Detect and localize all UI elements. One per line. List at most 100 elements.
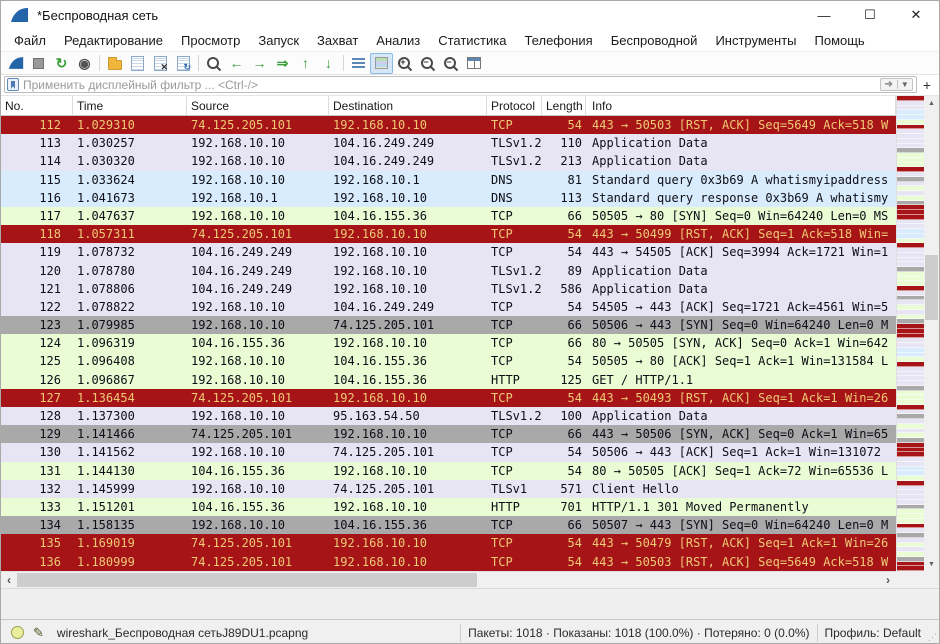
cell-dst: 104.16.155.36 xyxy=(329,516,487,534)
column-header-proto[interactable]: Protocol xyxy=(487,96,542,115)
packet-row[interactable]: 1351.16901974.125.205.101192.168.10.10TC… xyxy=(1,534,896,552)
stop-capture-button[interactable] xyxy=(27,53,50,74)
horizontal-scrollbar[interactable]: ‹ › xyxy=(1,571,896,588)
restart-capture-button[interactable]: ↻ xyxy=(50,53,73,74)
packet-row[interactable]: 1201.078780104.16.249.249192.168.10.10TL… xyxy=(1,262,896,280)
cell-info: 443 → 50479 [RST, ACK] Seq=1 Ack=1 Win=2… xyxy=(586,534,896,552)
toolbar: ↻ ◉ ✕ ↻ ← → ⇒ ↑ ↓ + − − xyxy=(1,51,939,75)
column-header-dst[interactable]: Destination xyxy=(329,96,487,115)
hscroll-track[interactable] xyxy=(17,572,880,588)
packet-row[interactable]: 1311.144130104.16.155.36192.168.10.10TCP… xyxy=(1,462,896,480)
reload-file-button[interactable]: ↻ xyxy=(172,53,195,74)
packet-row[interactable]: 1331.151201104.16.155.36192.168.10.10HTT… xyxy=(1,498,896,516)
annotation-pencil-icon[interactable]: ✎ xyxy=(33,625,44,641)
save-file-button[interactable] xyxy=(126,53,149,74)
packet-row[interactable]: 1171.047637192.168.10.10104.16.155.36TCP… xyxy=(1,207,896,225)
profile-label[interactable]: Профиль: Default xyxy=(825,626,922,640)
find-packet-button[interactable] xyxy=(202,53,225,74)
zoom-out-button[interactable]: − xyxy=(416,53,439,74)
cell-len: 54 xyxy=(542,298,586,316)
menu-item-телефония[interactable]: Телефония xyxy=(515,31,601,50)
open-file-button[interactable] xyxy=(103,53,126,74)
cell-time: 1.057311 xyxy=(73,225,187,243)
expert-info-icon[interactable] xyxy=(11,626,24,639)
packet-row[interactable]: 1261.096867192.168.10.10104.16.155.36HTT… xyxy=(1,371,896,389)
scroll-up-icon[interactable]: ▲ xyxy=(928,96,935,110)
column-header-info[interactable]: Info xyxy=(586,96,896,115)
go-forward-button[interactable]: → xyxy=(248,53,271,74)
menu-item-анализ[interactable]: Анализ xyxy=(367,31,429,50)
vscroll-track[interactable] xyxy=(924,110,939,557)
scroll-left-icon[interactable]: ‹ xyxy=(1,573,17,588)
menu-item-файл[interactable]: Файл xyxy=(5,31,55,50)
packet-row[interactable]: 1121.02931074.125.205.101192.168.10.10TC… xyxy=(1,116,896,134)
hscroll-thumb[interactable] xyxy=(17,573,477,587)
cell-time: 1.078806 xyxy=(73,280,187,298)
vscroll-thumb[interactable] xyxy=(925,255,938,320)
go-to-packet-button[interactable]: ⇒ xyxy=(271,53,294,74)
packet-row[interactable]: 1141.030320192.168.10.10104.16.249.249TL… xyxy=(1,152,896,170)
add-filter-button[interactable]: + xyxy=(919,77,935,93)
scroll-down-icon[interactable]: ▼ xyxy=(928,557,935,571)
zoom-in-button[interactable]: + xyxy=(393,53,416,74)
menu-item-помощь[interactable]: Помощь xyxy=(806,31,874,50)
packet-row[interactable]: 1241.096319104.16.155.36192.168.10.10TCP… xyxy=(1,334,896,352)
packet-row[interactable]: 1251.096408192.168.10.10104.16.155.36TCP… xyxy=(1,352,896,370)
column-header-len[interactable]: Length xyxy=(542,96,586,115)
cell-dst: 192.168.10.10 xyxy=(329,425,487,443)
menu-item-беспроводной[interactable]: Беспроводной xyxy=(602,31,707,50)
packet-row[interactable]: 1321.145999192.168.10.1074.125.205.101TL… xyxy=(1,480,896,498)
go-back-button[interactable]: ← xyxy=(225,53,248,74)
display-filter-input[interactable] xyxy=(23,78,880,92)
go-first-packet-button[interactable]: ↑ xyxy=(294,53,317,74)
packet-row[interactable]: 1151.033624192.168.10.10192.168.10.1DNS8… xyxy=(1,171,896,189)
minimize-button[interactable]: — xyxy=(801,1,847,29)
packet-row[interactable]: 1131.030257192.168.10.10104.16.249.249TL… xyxy=(1,134,896,152)
packet-row[interactable]: 1341.158135192.168.10.10104.16.155.36TCP… xyxy=(1,516,896,534)
capture-options-button[interactable]: ◉ xyxy=(73,53,96,74)
bookmark-icon[interactable] xyxy=(7,78,19,91)
cell-time: 1.180999 xyxy=(73,553,187,571)
minimap[interactable] xyxy=(896,96,924,571)
start-capture-button[interactable] xyxy=(4,53,27,74)
scroll-right-icon[interactable]: › xyxy=(880,573,896,588)
packet-row[interactable]: 1161.041673192.168.10.1192.168.10.10DNS1… xyxy=(1,189,896,207)
zoom-normal-button[interactable]: − xyxy=(439,53,462,74)
resize-columns-button[interactable] xyxy=(462,53,485,74)
packet-row[interactable]: 1231.079985192.168.10.1074.125.205.101TC… xyxy=(1,316,896,334)
menu-item-инструменты[interactable]: Инструменты xyxy=(706,31,805,50)
packet-row[interactable]: 1181.05731174.125.205.101192.168.10.10TC… xyxy=(1,225,896,243)
menu-item-захват[interactable]: Захват xyxy=(308,31,367,50)
menu-item-просмотр[interactable]: Просмотр xyxy=(172,31,249,50)
packet-row[interactable]: 1301.141562192.168.10.1074.125.205.101TC… xyxy=(1,443,896,461)
column-header-time[interactable]: Time xyxy=(73,96,187,115)
packet-row[interactable]: 1281.137300192.168.10.1095.163.54.50TLSv… xyxy=(1,407,896,425)
cell-proto: TLSv1.2 xyxy=(487,152,542,170)
vertical-scrollbar[interactable]: ▲ ▼ xyxy=(924,96,939,571)
auto-scroll-button[interactable] xyxy=(347,53,370,74)
cell-len: 54 xyxy=(542,352,586,370)
arrow-left-icon: ← xyxy=(230,56,244,70)
packet-row[interactable]: 1221.078822192.168.10.10104.16.249.249TC… xyxy=(1,298,896,316)
cell-no: 122 xyxy=(1,298,73,316)
filter-dropdown-caret-icon[interactable]: ▼ xyxy=(897,80,912,89)
maximize-button[interactable]: ☐ xyxy=(847,1,893,29)
cell-src: 192.168.10.10 xyxy=(187,298,329,316)
menu-item-запуск[interactable]: Запуск xyxy=(249,31,308,50)
apply-filter-button[interactable]: ➜ xyxy=(881,79,897,90)
packet-row[interactable]: 1271.13645474.125.205.101192.168.10.10TC… xyxy=(1,389,896,407)
close-button[interactable]: ✕ xyxy=(893,1,939,29)
menu-item-статистика[interactable]: Статистика xyxy=(429,31,515,50)
menu-item-редактирование[interactable]: Редактирование xyxy=(55,31,172,50)
packet-row[interactable]: 1211.078806104.16.249.249192.168.10.10TL… xyxy=(1,280,896,298)
packet-row[interactable]: 1291.14146674.125.205.101192.168.10.10TC… xyxy=(1,425,896,443)
column-header-src[interactable]: Source xyxy=(187,96,329,115)
go-last-packet-button[interactable]: ↓ xyxy=(317,53,340,74)
column-header-no[interactable]: No. xyxy=(1,96,73,115)
packet-row[interactable]: 1361.18099974.125.205.101192.168.10.10TC… xyxy=(1,553,896,571)
packet-row[interactable]: 1191.078732104.16.249.249192.168.10.10TC… xyxy=(1,243,896,261)
resize-grip[interactable]: ⋰ xyxy=(927,620,939,644)
close-file-button[interactable]: ✕ xyxy=(149,53,172,74)
cell-dst: 192.168.10.10 xyxy=(329,553,487,571)
colorize-button[interactable] xyxy=(370,53,393,74)
